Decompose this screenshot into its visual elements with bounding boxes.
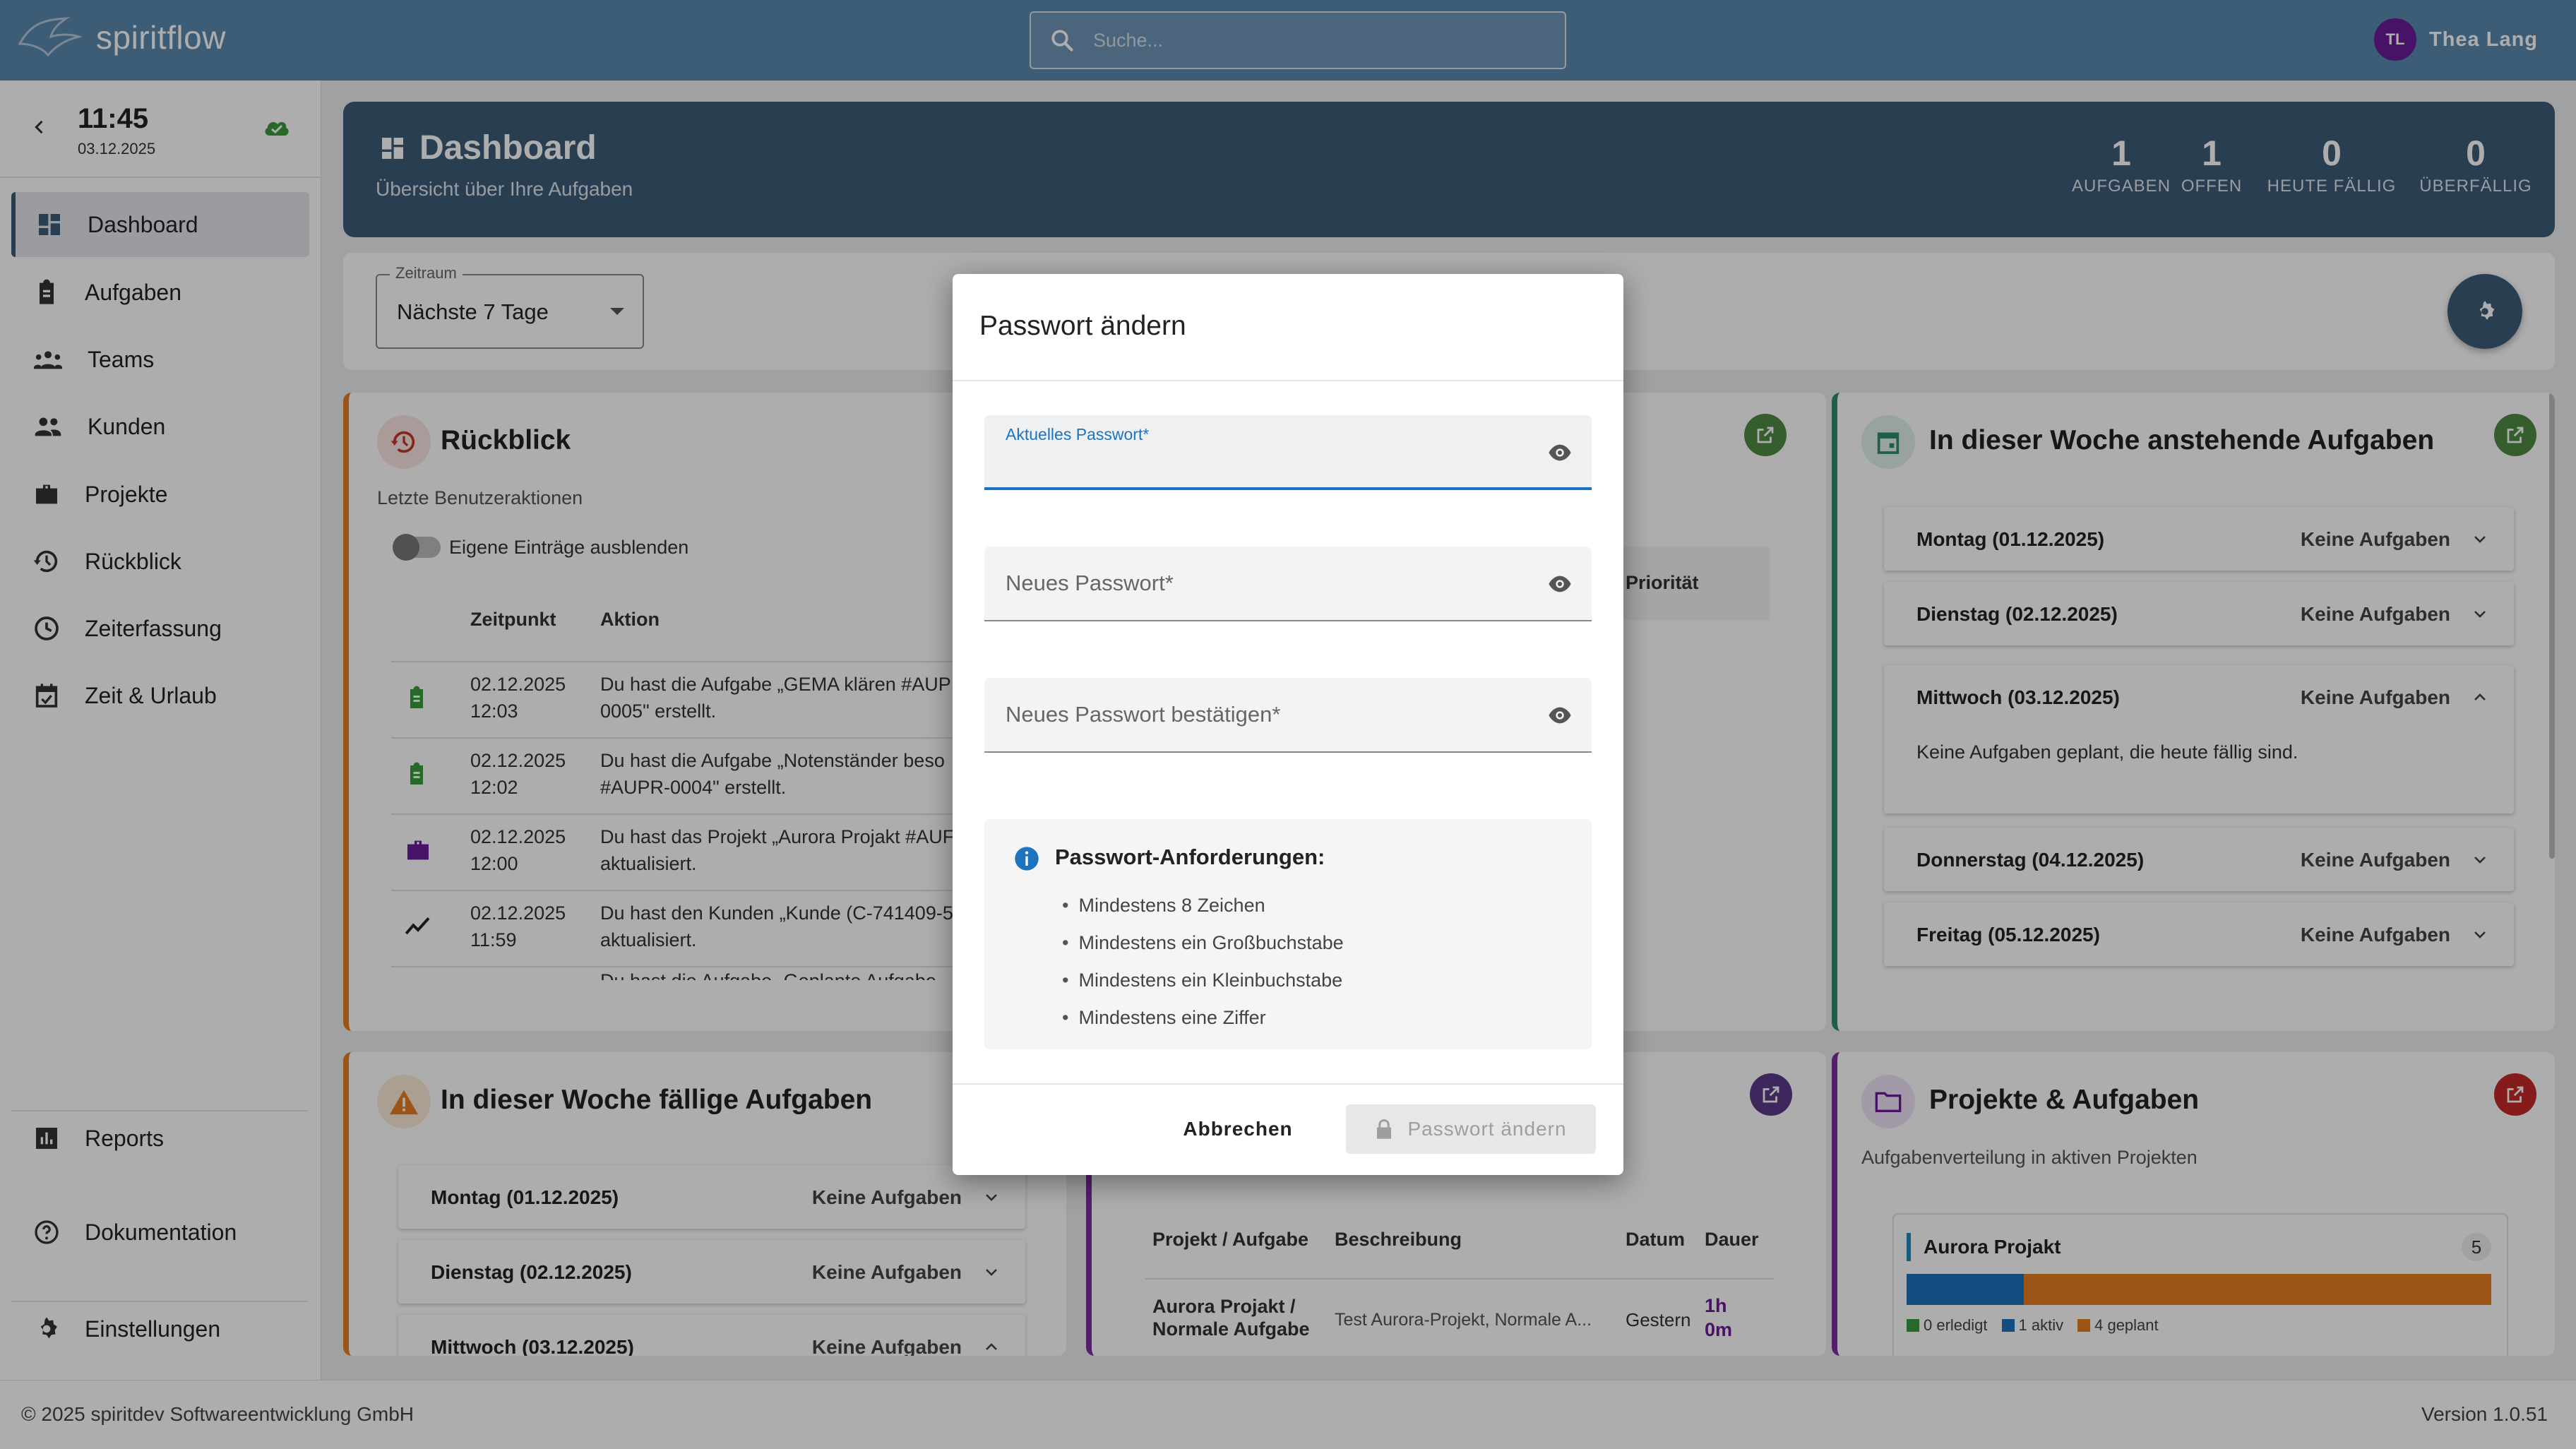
change-password-button[interactable]: Passwort ändern [1346, 1104, 1596, 1154]
eye-icon[interactable] [1548, 443, 1572, 462]
requirements-list: Mindestens 8 Zeichen Mindestens ein Groß… [1062, 887, 1344, 1037]
list-item: Mindestens ein Kleinbuchstabe [1062, 962, 1344, 999]
list-item: Mindestens ein Großbuchstabe [1062, 924, 1343, 962]
password-requirements: Passwort-Anforderungen: Mindestens 8 Zei… [984, 819, 1592, 1049]
lock-icon [1375, 1119, 1393, 1140]
dialog-title: Passwort ändern [979, 311, 1186, 341]
cancel-button[interactable]: Abbrechen [1167, 1104, 1308, 1154]
requirements-title: Passwort-Anforderungen: [1055, 845, 1325, 869]
divider [953, 1083, 1623, 1085]
info-icon [1013, 845, 1041, 873]
eye-icon[interactable] [1548, 575, 1572, 593]
change-password-dialog: Passwort ändern Aktuelles Passwort* Neue… [953, 274, 1623, 1175]
new-password-field[interactable]: Neues Passwort* [984, 547, 1592, 621]
list-item: Mindestens 8 Zeichen [1062, 887, 1344, 924]
dialog-header: Passwort ändern [953, 274, 1623, 381]
eye-icon[interactable] [1548, 706, 1572, 724]
confirm-password-field[interactable]: Neues Passwort bestätigen* [984, 678, 1592, 753]
field-label: Neues Passwort bestätigen* [1006, 702, 1281, 727]
button-label: Passwort ändern [1407, 1118, 1567, 1140]
field-label: Aktuelles Passwort* [1006, 425, 1150, 443]
current-password-field[interactable]: Aktuelles Passwort* [984, 415, 1592, 490]
list-item: Mindestens eine Ziffer [1062, 999, 1344, 1037]
field-label: Neues Passwort* [1006, 571, 1174, 595]
